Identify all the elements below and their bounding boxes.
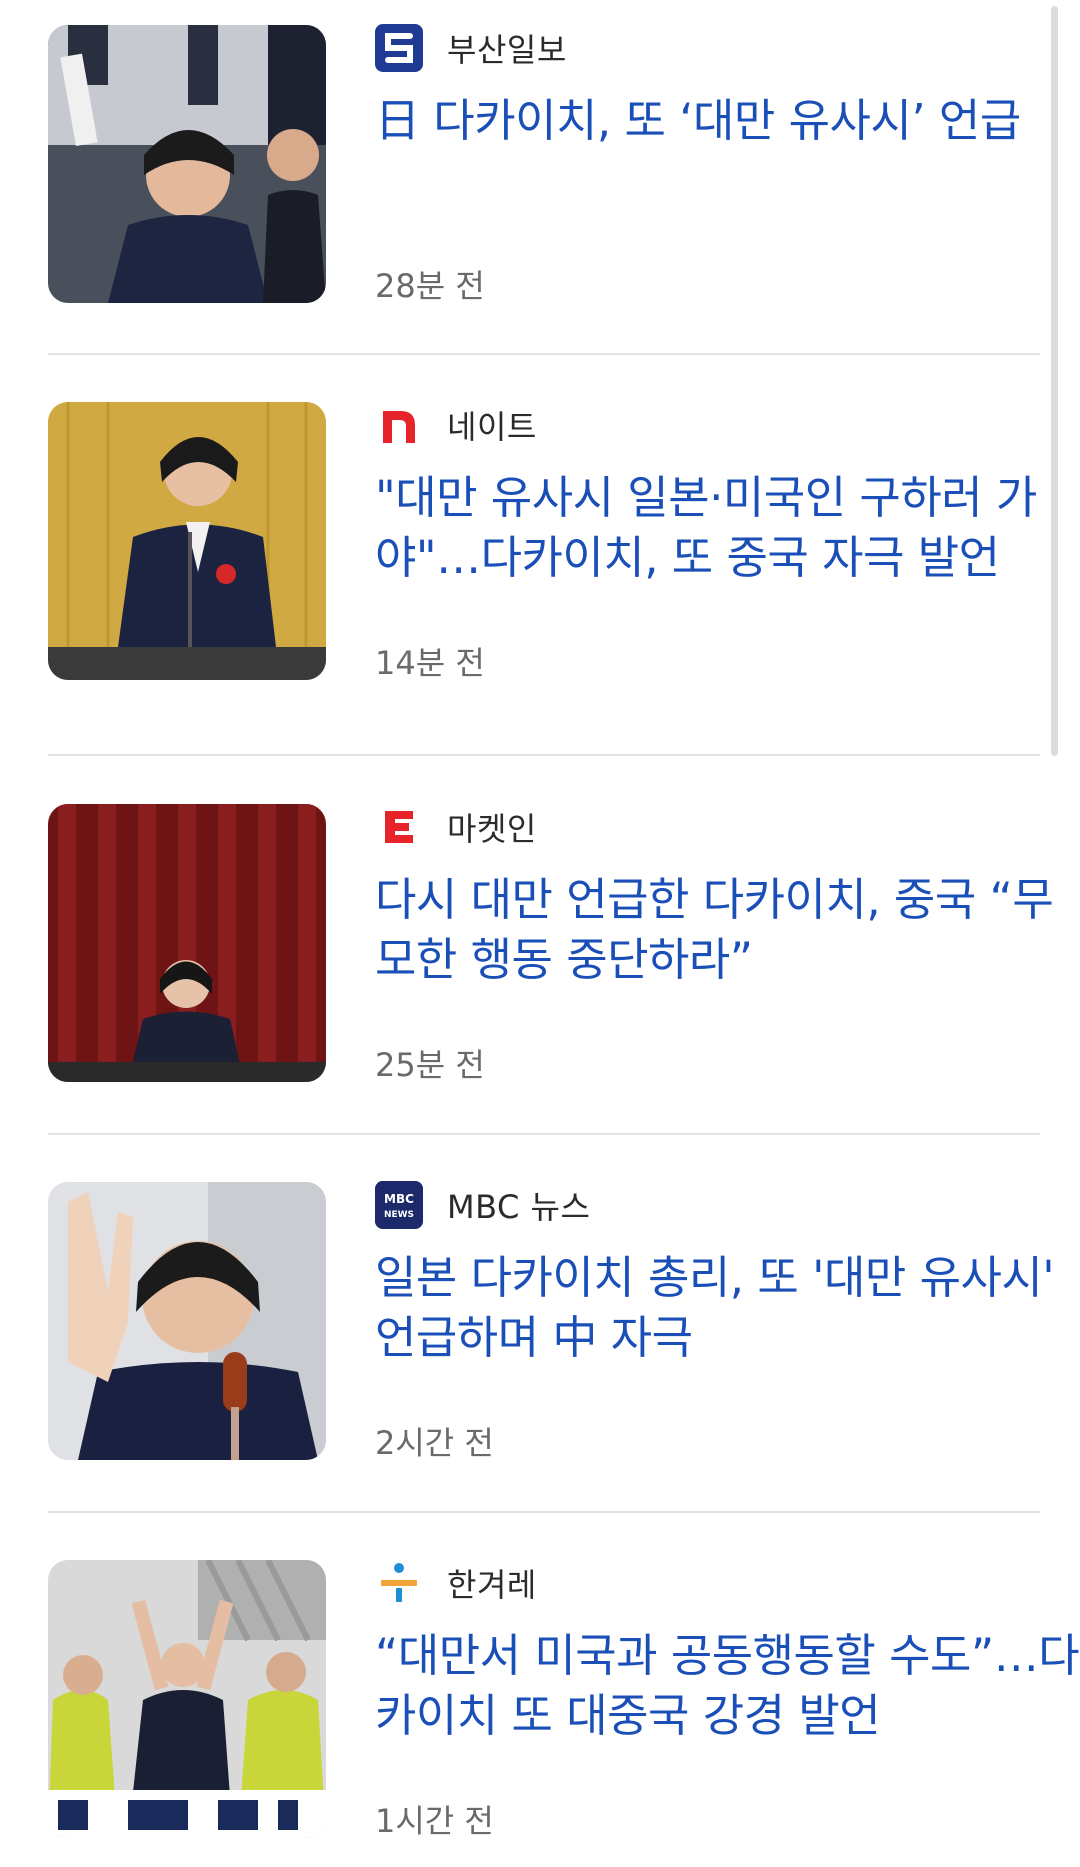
news-card[interactable]: 마켓인 다시 대만 언급한 다카이치, 중국 “무모한 행동 중단하라” 25분… [48, 803, 1054, 1182]
article-thumbnail[interactable] [48, 402, 326, 680]
article-timestamp: 28분 전 [375, 267, 485, 305]
news-card[interactable]: MBC NEWS MBC 뉴스 일본 다카이치 총리, 또 '대만 유사시' 언… [48, 1181, 1055, 1560]
svg-text:NEWS: NEWS [384, 1210, 414, 1220]
divider [48, 353, 1040, 355]
news-card[interactable]: 부산일보 日 다카이치, 또 ‘대만 유사시’ 언급 28분 전 [48, 24, 1040, 403]
hankyoreh-logo-icon [375, 1559, 423, 1607]
svg-text:MBC: MBC [384, 1192, 414, 1206]
article-headline[interactable]: 다시 대만 언급한 다카이치, 중국 “무모한 행동 중단하라” [375, 870, 1080, 990]
publisher-name: 마켓인 [447, 810, 537, 848]
publisher-row[interactable]: 부산일보 [375, 24, 567, 72]
article-thumbnail[interactable] [48, 25, 326, 303]
article-headline[interactable]: “대만서 미국과 공동행동할 수도”…다카이치 또 대중국 강경 발언 [375, 1626, 1080, 1746]
publisher-name: MBC 뉴스 [447, 1188, 591, 1226]
news-feed: 부산일보 日 다카이치, 또 ‘대만 유사시’ 언급 28분 전 네이트 "대만… [0, 0, 1080, 1867]
article-headline[interactable]: 일본 다카이치 총리, 또 '대만 유사시' 언급하며 中 자극 [375, 1248, 1080, 1368]
news-card[interactable]: 한겨레 “대만서 미국과 공동행동할 수도”…다카이치 또 대중국 강경 발언 … [48, 1559, 1080, 1867]
publisher-row[interactable]: 마켓인 [375, 803, 537, 851]
article-timestamp: 2시간 전 [375, 1424, 494, 1462]
article-timestamp: 14분 전 [375, 644, 485, 682]
divider [48, 1511, 1040, 1513]
divider [48, 754, 1040, 756]
article-timestamp: 25분 전 [375, 1046, 485, 1084]
publisher-row[interactable]: 한겨레 [375, 1559, 537, 1607]
article-headline[interactable]: 日 다카이치, 또 ‘대만 유사시’ 언급 [375, 91, 1080, 151]
busan-ilbo-logo-icon [375, 24, 423, 72]
publisher-name: 한겨레 [447, 1566, 537, 1604]
nate-logo-icon [375, 401, 423, 449]
article-headline[interactable]: "대만 유사시 일본·미국인 구하러 가야"…다카이치, 또 중국 자극 발언 [375, 468, 1080, 588]
article-thumbnail[interactable] [48, 804, 326, 1082]
publisher-row[interactable]: 네이트 [375, 401, 537, 449]
publisher-name: 부산일보 [447, 31, 567, 69]
article-thumbnail[interactable] [48, 1182, 326, 1460]
divider [48, 1133, 1040, 1135]
marketin-logo-icon [375, 803, 423, 851]
mbc-news-logo-icon: MBC NEWS [375, 1181, 423, 1229]
news-card[interactable]: 네이트 "대만 유사시 일본·미국인 구하러 가야"…다카이치, 또 중국 자극… [48, 401, 1040, 780]
article-thumbnail[interactable] [48, 1560, 326, 1838]
publisher-name: 네이트 [447, 408, 537, 446]
publisher-row[interactable]: MBC NEWS MBC 뉴스 [375, 1181, 591, 1229]
article-timestamp: 1시간 전 [375, 1802, 494, 1840]
